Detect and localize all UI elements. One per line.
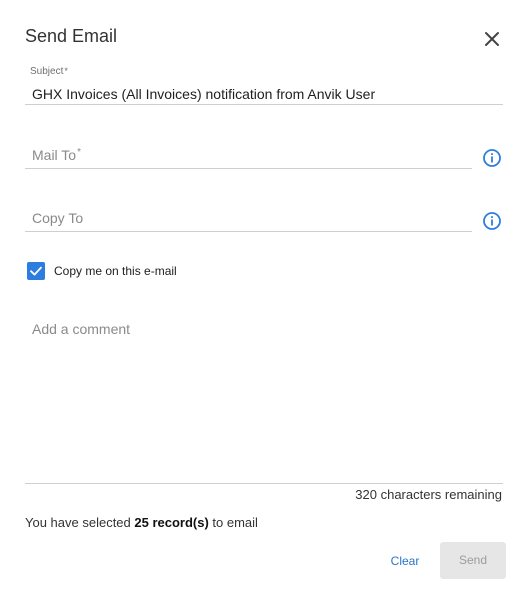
send-button[interactable]: Send [440, 542, 506, 579]
mail-to-info-icon[interactable] [482, 148, 502, 168]
send-email-dialog: Send Email Subject* GHX Invoices (All In… [0, 0, 531, 591]
selection-count: 25 record(s) [134, 515, 209, 530]
subject-label-text: Subject [30, 66, 64, 77]
subject-required-mark: * [64, 66, 68, 76]
dialog-title: Send Email [25, 26, 118, 46]
clear-button[interactable]: Clear [383, 544, 427, 578]
mail-to-required-mark: * [77, 147, 81, 158]
mail-to-input[interactable]: Mail To* [32, 147, 81, 163]
copy-to-input[interactable]: Copy To [32, 210, 83, 226]
subject-underline [25, 104, 503, 105]
copy-me-label[interactable]: Copy me on this e-mail [54, 264, 177, 278]
characters-remaining: 320 characters remaining [355, 487, 502, 502]
selection-summary: You have selected 25 record(s) to email [25, 515, 258, 530]
copy-me-checkbox[interactable] [27, 262, 45, 280]
selection-prefix: You have selected [25, 515, 135, 530]
comment-placeholder: Add a comment [32, 321, 131, 337]
subject-label: Subject* [30, 66, 68, 77]
mail-to-underline [25, 168, 472, 169]
copy-to-placeholder: Copy To [32, 210, 84, 226]
checkmark-icon [30, 266, 42, 276]
copy-to-info-icon[interactable] [482, 211, 502, 231]
close-icon[interactable] [480, 27, 504, 51]
copy-to-underline [25, 231, 472, 232]
selection-suffix: to email [208, 515, 258, 530]
subject-input[interactable]: GHX Invoices (All Invoices) notification… [32, 86, 375, 102]
comment-underline [25, 483, 503, 484]
mail-to-placeholder: Mail To [32, 147, 77, 163]
